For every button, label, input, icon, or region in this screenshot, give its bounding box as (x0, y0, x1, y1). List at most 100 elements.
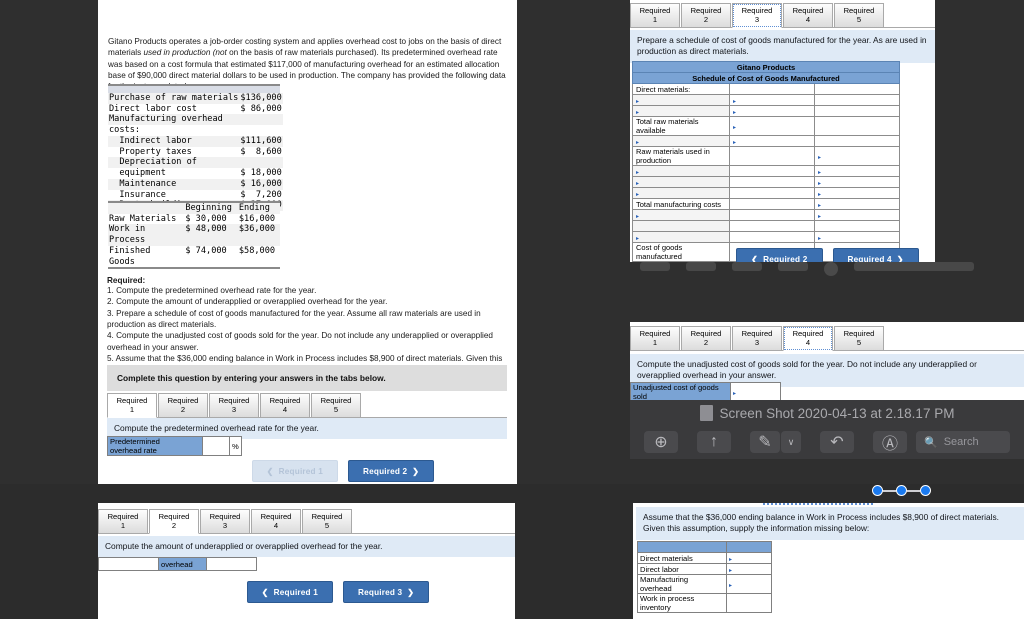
total-input[interactable]: ▸ (814, 187, 900, 199)
row-label[interactable]: ▸ (632, 187, 730, 199)
tab-label-line2: 2 (703, 337, 709, 347)
manufacturing-overhead-input[interactable]: ▸ (726, 574, 772, 594)
cell-label: Raw Materials (109, 213, 177, 224)
direct-labor-input[interactable]: ▸ (726, 563, 772, 575)
direct-materials-input[interactable]: ▸ (726, 552, 772, 564)
selection-handles[interactable] (872, 485, 931, 496)
annotate-icon[interactable]: Ⓐ (873, 431, 907, 453)
prev-button-req1[interactable]: ❮ Required 1 (246, 581, 333, 603)
tab-required-2[interactable]: Required 2 (158, 393, 208, 418)
cell-label: equipment (109, 168, 166, 179)
selection-dot-middle[interactable] (896, 485, 907, 496)
next-button-label: Required 2 (363, 467, 408, 476)
tab-required-3[interactable]: Required 3 (732, 326, 782, 351)
total-input[interactable]: ▸ (814, 165, 900, 177)
amount-input[interactable]: ▸ (729, 105, 815, 117)
zoom-in-glyph: ⊕ (654, 434, 668, 451)
amount-input[interactable] (729, 146, 815, 166)
total-input[interactable]: ▸ (814, 146, 900, 166)
tab-required-1[interactable]: Required 1 (630, 3, 680, 28)
total-input[interactable]: ▸ (814, 176, 900, 188)
row-label: Cost of goods manufactured (632, 242, 730, 262)
row-label[interactable]: ▸ (632, 94, 730, 106)
row-label[interactable]: ▸ (632, 176, 730, 188)
row-label[interactable]: ▸ (632, 209, 730, 221)
total-input[interactable]: ▸ (814, 209, 900, 221)
tab-required-4[interactable]: Required 4 (251, 509, 301, 534)
selection-dot-left[interactable] (872, 485, 883, 496)
tab-required-4[interactable]: Required 4 (783, 326, 833, 352)
amount-input[interactable] (729, 209, 815, 221)
cell-value (239, 114, 283, 126)
tab-required-5[interactable]: Required 5 (302, 509, 352, 534)
tab-required-2[interactable]: Required 2 (681, 3, 731, 28)
total-input[interactable] (814, 94, 900, 106)
nav-buttons-req1: ❮ Required 1 Required 2 ❯ (198, 452, 488, 482)
selection-connector (907, 489, 920, 492)
next-button-req4[interactable]: Required 4 ❯ (832, 248, 919, 262)
next-button-req2[interactable]: Required 2 ❯ (348, 460, 435, 482)
underapplied-amount-input[interactable] (98, 557, 159, 571)
cell-value: $136,000 (239, 93, 283, 104)
tab-required-2[interactable]: Required 2 (149, 509, 199, 535)
prev-button-req1[interactable]: ❮ Required 1 (251, 460, 338, 482)
tab-required-2[interactable]: Required 2 (681, 326, 731, 351)
tab-label-line1: Required (116, 396, 148, 405)
amount-input[interactable] (729, 198, 815, 210)
tab-label-line1: Required (690, 6, 722, 15)
markup-icon[interactable]: ✎ (750, 431, 780, 453)
prev-button-req2[interactable]: ❮ Required 2 (736, 248, 823, 262)
tab-required-1[interactable]: Required 1 (630, 326, 680, 351)
zoom-in-icon[interactable]: ⊕ (644, 431, 678, 453)
total-input[interactable] (814, 135, 900, 147)
tab-required-4[interactable]: Required 4 (260, 393, 310, 418)
table-row: overhead (98, 557, 257, 571)
dropdown-caret-icon: ▸ (636, 213, 640, 220)
tab-required-5[interactable]: Required 5 (834, 326, 884, 351)
total-input[interactable] (814, 105, 900, 117)
tab-required-3[interactable]: Required 3 (200, 509, 250, 534)
total-input[interactable] (814, 116, 900, 136)
next-button-req3[interactable]: Required 3 ❯ (343, 581, 430, 603)
search-input[interactable]: 🔍 Search (916, 431, 1010, 453)
work-in-process-input[interactable] (726, 593, 772, 613)
tab-required-1[interactable]: Required 1 (107, 393, 157, 419)
amount-input[interactable] (729, 83, 815, 95)
total-input[interactable]: ▸ (814, 198, 900, 210)
table-row: Direct labor cost $ 86,000 (108, 104, 283, 115)
overhead-amount-input[interactable] (206, 557, 257, 571)
rotate-icon[interactable]: ↶ (820, 431, 854, 453)
row-label[interactable]: ▸ (632, 165, 730, 177)
total-input[interactable] (814, 83, 900, 95)
amount-input[interactable] (729, 187, 815, 199)
tab-label-line2: 3 (754, 14, 760, 24)
tab-required-1[interactable]: Required 1 (98, 509, 148, 534)
unadjusted-cogs-input[interactable]: ▸ (730, 382, 781, 402)
col-header-label (637, 541, 727, 553)
tab-label-line2: 1 (129, 404, 135, 414)
row-label[interactable] (632, 220, 730, 232)
tab-required-3[interactable]: Required 3 (732, 3, 782, 29)
tab-required-3[interactable]: Required 3 (209, 393, 259, 418)
table-row: Depreciation of (108, 157, 283, 169)
table-row: ▸ ▸ (632, 165, 900, 177)
selection-dot-right[interactable] (920, 485, 931, 496)
amount-input[interactable] (729, 220, 815, 232)
row-label[interactable]: ▸ (632, 231, 730, 243)
tab-label-line2: 5 (856, 14, 862, 24)
row-label[interactable]: ▸ (632, 135, 730, 147)
tab-required-5[interactable]: Required 5 (834, 3, 884, 28)
quicklook-toolbar: Screen Shot 2020-04-13 at 2.18.17 PM ⊕ ↑… (630, 400, 1024, 459)
row-label[interactable]: ▸ (632, 105, 730, 117)
amount-input[interactable] (729, 165, 815, 177)
tab-required-5[interactable]: Required 5 (311, 393, 361, 418)
share-icon[interactable]: ↑ (697, 431, 731, 453)
amount-input[interactable] (729, 176, 815, 188)
tab-required-4[interactable]: Required 4 (783, 3, 833, 28)
amount-input[interactable]: ▸ (729, 116, 815, 136)
amount-input[interactable]: ▸ (729, 94, 815, 106)
markup-dropdown-icon[interactable]: ∨ (781, 431, 801, 453)
amount-input[interactable]: ▸ (729, 135, 815, 147)
total-input[interactable] (814, 220, 900, 232)
row-label: Raw materials used in production (632, 146, 730, 166)
